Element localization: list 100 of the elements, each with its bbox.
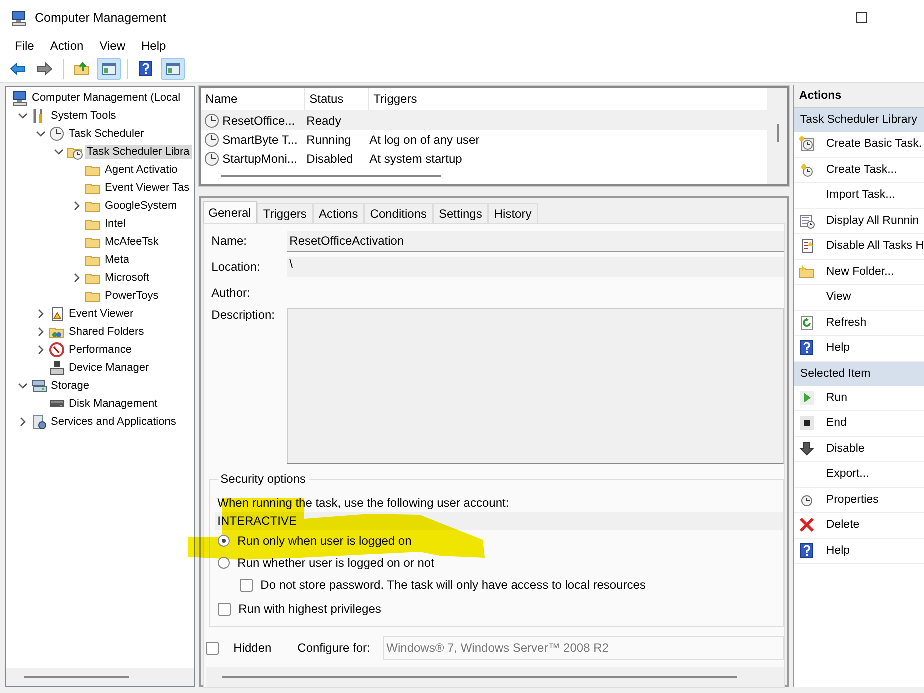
chevron-icon[interactable] <box>36 309 46 319</box>
tab[interactable]: History <box>488 203 538 223</box>
tab[interactable]: Actions <box>312 203 364 223</box>
tab[interactable]: Settings <box>433 203 488 223</box>
tree-item[interactable]: Event Viewer Tas <box>103 181 192 195</box>
column-header[interactable]: Status <box>304 88 369 110</box>
task-row[interactable]: ResetOffice... Ready <box>200 111 768 130</box>
tree-item[interactable]: Performance <box>67 343 134 357</box>
pane-icon[interactable] <box>165 61 181 77</box>
services-icon <box>31 414 47 430</box>
clock-icon <box>204 132 220 148</box>
section-header[interactable]: Task Scheduler Library <box>794 108 924 132</box>
tree-item[interactable]: Agent Activatio <box>103 163 180 177</box>
chevron-icon[interactable] <box>18 381 28 391</box>
name-field[interactable]: ResetOfficeActivation <box>286 230 784 252</box>
action-link[interactable]: End <box>826 417 847 430</box>
radio-label[interactable]: Run only when user is logged on <box>238 534 412 548</box>
menu-item[interactable]: View <box>92 36 134 56</box>
tree-item[interactable]: Microsoft <box>103 271 152 285</box>
location-field[interactable]: \ <box>286 257 784 277</box>
tree-item[interactable]: Services and Applications <box>49 415 178 429</box>
tree-item[interactable]: Task Scheduler Libra <box>85 145 192 159</box>
column-header[interactable]: Name <box>200 88 305 110</box>
chevron-icon[interactable] <box>72 273 82 283</box>
action-link[interactable]: Export... <box>826 468 870 480</box>
configure-dropdown[interactable]: Windows® 7, Windows Server™ 2008 R2 <box>382 636 784 660</box>
checkbox-label[interactable]: Run with highest privileges <box>238 602 382 616</box>
radio-button[interactable] <box>218 557 230 569</box>
scrollbar[interactable] <box>777 124 780 142</box>
tree-item[interactable]: Meta <box>103 253 132 267</box>
tree-item[interactable]: System Tools <box>49 109 118 123</box>
chevron-icon[interactable] <box>54 147 64 157</box>
pane-icon[interactable] <box>101 61 117 77</box>
tree-item[interactable]: PowerToys <box>103 289 161 303</box>
action-link[interactable]: Create Task... <box>826 164 898 176</box>
arrow-down-icon <box>799 440 816 457</box>
tree-item[interactable]: Shared Folders <box>67 325 146 339</box>
action-link[interactable]: Refresh <box>826 316 867 329</box>
checkbox-label[interactable]: Do not store password. The task will only have access to local resources <box>260 578 646 592</box>
tree-item[interactable]: Task Scheduler <box>67 127 146 141</box>
maximize-icon[interactable] <box>856 12 868 24</box>
action-link[interactable]: Disable <box>826 442 865 455</box>
chevron-icon[interactable] <box>36 345 46 355</box>
action-link[interactable]: Help <box>826 544 850 557</box>
scrollbar[interactable] <box>220 175 441 177</box>
help-icon[interactable] <box>138 61 154 77</box>
action-link[interactable]: New Folder... <box>826 266 894 278</box>
checkbox[interactable] <box>240 578 253 592</box>
notes-icon <box>799 238 816 254</box>
tab[interactable]: Conditions <box>364 203 433 223</box>
chevron-icon[interactable] <box>36 327 46 337</box>
arrow-right-icon[interactable] <box>37 61 53 77</box>
chevron-icon[interactable] <box>36 129 46 139</box>
tab[interactable]: General <box>202 201 258 223</box>
task-row[interactable]: SmartByte T... Running At log on of any user <box>200 130 768 149</box>
table-cell-text: At log on of any user <box>368 132 481 146</box>
list-icon <box>799 212 816 229</box>
tab[interactable]: Triggers <box>257 203 313 223</box>
tree-item[interactable]: Computer Management (Local <box>30 91 183 105</box>
scrollbar[interactable] <box>222 676 737 678</box>
checkbox[interactable] <box>218 602 231 616</box>
column-header[interactable]: Triggers <box>368 88 768 110</box>
action-link[interactable]: Properties <box>826 494 879 506</box>
tree-item[interactable]: GoogleSystem <box>103 199 180 213</box>
tree-item[interactable]: Storage <box>49 379 92 393</box>
checkbox[interactable] <box>206 642 219 654</box>
checkbox-label[interactable]: Hidden <box>234 641 298 655</box>
action-link[interactable]: Delete <box>826 519 860 532</box>
table-cell-text: Disabled <box>306 152 354 166</box>
arrow-left-icon[interactable] <box>10 61 26 77</box>
menu-item[interactable]: Help <box>134 36 174 56</box>
tree-item[interactable]: Event Viewer <box>67 307 136 321</box>
computer-icon <box>12 90 28 106</box>
tree-item[interactable]: McAfeeTsk <box>103 235 161 249</box>
menu-item[interactable]: File <box>7 36 42 56</box>
chevron-icon[interactable] <box>72 201 82 211</box>
menu-item[interactable]: Action <box>42 36 92 56</box>
help-icon <box>799 542 816 559</box>
action-link[interactable]: Run <box>826 392 848 404</box>
action-link[interactable]: Create Basic Task. <box>826 138 922 150</box>
tree-item[interactable]: Disk Management <box>67 397 160 411</box>
tree-item[interactable]: Device Manager <box>67 361 152 375</box>
scrollbar[interactable] <box>6 668 194 686</box>
task-row[interactable]: StartupMoni... Disabled At system startup <box>200 149 768 168</box>
action-link[interactable]: Display All Runnin <box>826 214 920 227</box>
action-link[interactable]: View <box>826 291 852 304</box>
chevron-icon[interactable] <box>18 111 28 121</box>
chevron-icon[interactable] <box>18 417 28 427</box>
action-link[interactable]: Disable All Tasks H <box>826 240 924 252</box>
action-link[interactable]: Import Task... <box>826 189 896 202</box>
tree-item[interactable]: Intel <box>103 217 128 231</box>
section-header[interactable]: Selected Item <box>794 362 924 386</box>
description-field[interactable] <box>286 308 784 464</box>
panel-title: Actions <box>794 85 924 108</box>
table-cell-text: Running <box>306 132 352 146</box>
radio-label[interactable]: Run whether user is logged on or not <box>238 556 434 570</box>
play-icon <box>799 390 816 406</box>
action-link[interactable]: Help <box>826 342 850 354</box>
folder-up-icon[interactable] <box>74 61 90 77</box>
clock-icon <box>204 150 220 166</box>
